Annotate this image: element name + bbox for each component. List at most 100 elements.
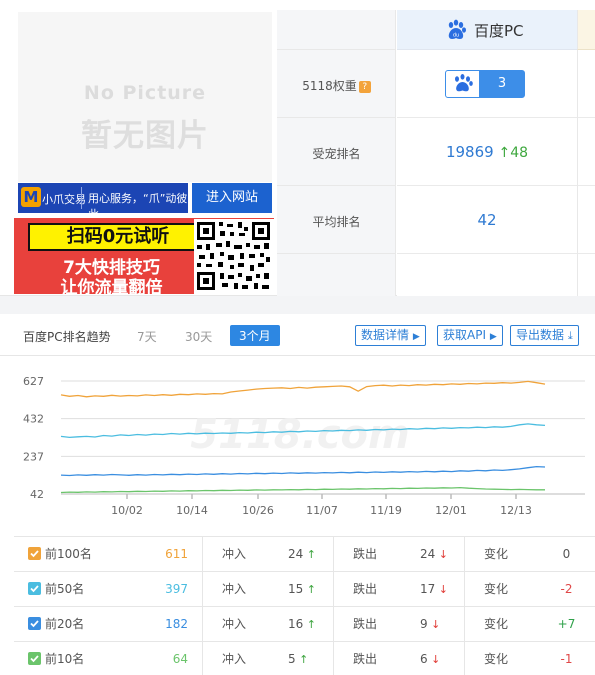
avg-rank-value[interactable]: 42 (397, 211, 577, 229)
qr-code-icon (194, 219, 274, 294)
ad-brand-name: 小爪交易 (42, 193, 86, 206)
drop-out-label: 跌出 (353, 547, 378, 561)
play-icon: ▶ (489, 332, 497, 342)
rush-in-value: 5 ↑ (288, 642, 308, 675)
row-weight-next-cell (577, 50, 595, 118)
promo-banner[interactable]: 扫码0元试听 7大快排技巧 让你流量翻倍 (14, 218, 274, 294)
stats-row-value: 397 (165, 582, 188, 596)
pet-rank-value: 19869 (445, 143, 494, 161)
drop-out-value: 24 ↓ (420, 537, 448, 572)
change-label: 变化 (484, 582, 509, 596)
weight-label-text: 5118权重 (302, 79, 357, 93)
site-overview-panel: No Picture 暂无图片 M 小爪交易 用心服务，“爪”动彼此 进入网站 … (0, 0, 595, 296)
x-tick-label: 12/01 (435, 504, 467, 517)
baidu-paw-icon: du (448, 19, 466, 39)
data-details-button[interactable]: 数据详情 ▶ (355, 325, 426, 346)
weight-badge[interactable]: 3 (445, 70, 525, 98)
ad-bar-brand-area[interactable]: M 小爪交易 用心服务，“爪”动彼此 (18, 183, 188, 221)
rush-in-label: 冲入 (222, 652, 247, 666)
pet-rank-value-group[interactable]: 19869 ↑48 (397, 143, 577, 161)
x-tick-label: 10/26 (242, 504, 274, 517)
rush-in-label: 冲入 (222, 617, 247, 631)
promo-line-1: 扫码0元试听 (28, 223, 208, 251)
rush-in-value: 15 ↑ (288, 572, 316, 607)
avg-rank-label: 平均排名 (312, 215, 361, 229)
arrow-down-icon: ↓ (435, 583, 448, 596)
svg-text:du: du (453, 33, 459, 39)
get-api-label: 获取API (443, 328, 486, 342)
engine-title: 百度PC (474, 22, 524, 40)
export-data-button[interactable]: 导出数据 ⤓ (510, 325, 579, 346)
rank-trend-chart: 5118.com 42 237 432 627 10/02 10/14 10/26 11/0… (23, 375, 585, 517)
rush-in-label: 冲入 (222, 582, 247, 596)
no-picture-text: No Picture (83, 82, 207, 104)
drop-out-value: 9 ↓ (420, 607, 440, 642)
rush-in-count: 5 (288, 652, 296, 666)
drop-out-label: 跌出 (353, 582, 378, 596)
stats-row: 前50名 397 冲入 15 ↑ 跌出 17 ↓ 变化 -2 (14, 571, 595, 607)
tab-3-months[interactable]: 3个月 (230, 325, 280, 346)
y-tick-label: 432 (23, 413, 44, 426)
stats-row-label: 前20名 (45, 617, 85, 631)
row-empty-next-cell (577, 254, 595, 296)
download-icon: ⤓ (567, 329, 573, 342)
column-divider (202, 642, 203, 675)
drop-out-value: 17 ↓ (420, 572, 448, 607)
checkbox-icon[interactable] (28, 652, 41, 665)
weight-value: 3 (497, 76, 507, 91)
x-tick-label: 11/07 (306, 504, 338, 517)
tab-7-days[interactable]: 7天 (137, 328, 157, 345)
engine-header-next[interactable] (577, 10, 595, 50)
trend-title: 百度PC排名趋势 (23, 330, 111, 344)
drop-out-label: 跌出 (353, 617, 378, 631)
rank-table-corner (277, 10, 396, 50)
row-pet-rank-next-cell (577, 118, 595, 186)
play-icon: ▶ (412, 332, 420, 342)
change-value: -1 (560, 652, 573, 666)
rush-in-count: 15 (288, 582, 304, 596)
y-tick-label: 627 (23, 375, 44, 388)
column-divider (333, 537, 334, 572)
y-tick-label: 237 (23, 450, 44, 463)
change-label: 变化 (484, 652, 509, 666)
column-divider (464, 642, 465, 675)
checkbox-icon[interactable] (28, 617, 41, 630)
rank-trend-panel: 百度PC排名趋势 7天 30天 3个月 数据详情 ▶ 获取API ▶ 导出数据 … (0, 314, 595, 675)
row-avg-rank-next-cell (577, 186, 595, 254)
x-tick-label: 12/13 (500, 504, 532, 517)
weight-paw-icon (446, 71, 479, 97)
ad-bar: M 小爪交易 用心服务，“爪”动彼此 进入网站 (18, 183, 272, 221)
stats-row-value: 64 (172, 652, 188, 666)
arrow-up-icon: ↑ (303, 548, 316, 561)
arrow-down-icon: ↓ (435, 548, 448, 561)
column-divider (333, 607, 334, 642)
help-icon[interactable]: ? (358, 81, 371, 93)
stats-row-label: 前50名 (45, 582, 85, 596)
rush-in-label: 冲入 (222, 547, 247, 561)
data-details-label: 数据详情 (361, 328, 410, 342)
column-divider (202, 537, 203, 572)
x-tick-label: 10/02 (111, 504, 143, 517)
pet-rank-up-icon: ↑ (498, 145, 511, 161)
change-label: 变化 (484, 617, 509, 631)
x-tick-label: 11/19 (370, 504, 402, 517)
drop-out-count: 17 (420, 582, 436, 596)
column-divider (464, 572, 465, 607)
drop-out-value: 6 ↓ (420, 642, 440, 675)
enter-site-button[interactable]: 进入网站 (192, 183, 272, 213)
get-api-button[interactable]: 获取API ▶ (437, 325, 503, 346)
series-line-4[interactable] (60, 486, 545, 494)
stats-row: 前10名 64 冲入 5 ↑ 跌出 6 ↓ 变化 -1 (14, 641, 595, 675)
column-divider (333, 642, 334, 675)
series-line-1[interactable] (60, 380, 546, 398)
checkbox-icon[interactable] (28, 547, 41, 560)
rush-in-value: 16 ↑ (288, 607, 316, 642)
series-line-3[interactable] (60, 465, 546, 477)
checkbox-icon[interactable] (28, 582, 41, 595)
tab-30-days[interactable]: 30天 (185, 328, 212, 345)
drop-out-count: 6 (420, 652, 428, 666)
column-divider (464, 537, 465, 572)
x-tick-label: 10/14 (176, 504, 208, 517)
arrow-down-icon: ↓ (427, 618, 441, 631)
site-thumbnail: No Picture 暂无图片 (18, 12, 272, 182)
